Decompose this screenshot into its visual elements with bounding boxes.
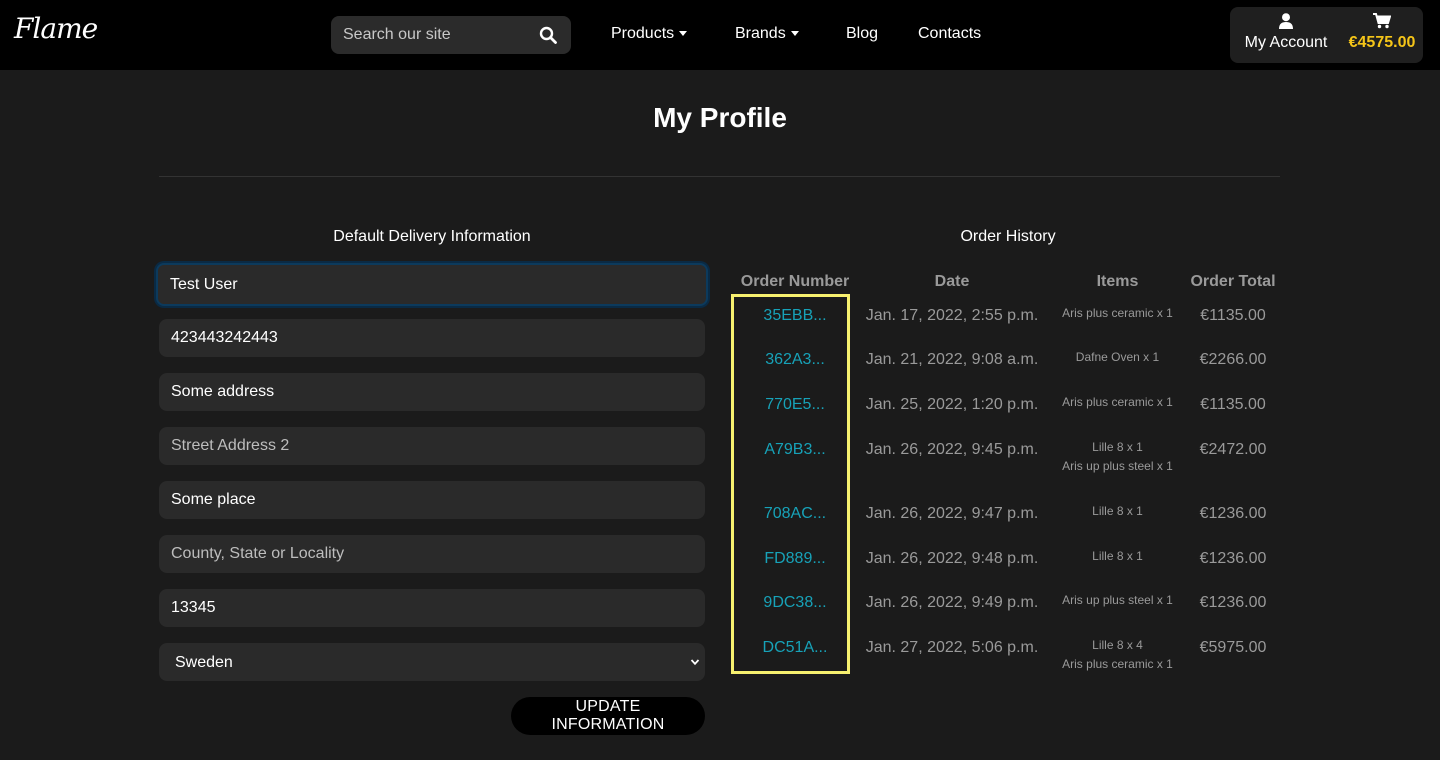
site-logo[interactable]: Flame: [14, 12, 98, 45]
street-address-2-field[interactable]: [159, 427, 705, 465]
order-items: Lille 8 x 1 Aris up plus steel x 1: [1050, 438, 1185, 476]
nav-products-label: Products: [611, 25, 675, 42]
order-total: €1236.00: [1199, 505, 1267, 522]
nav-contacts[interactable]: Contacts: [918, 25, 981, 43]
chevron-down-icon: [690, 659, 700, 666]
page-title: My Profile: [653, 102, 787, 133]
order-items: Lille 8 x 4 Aris plus ceramic x 1: [1050, 636, 1185, 674]
order-total: €1236.00: [1199, 550, 1267, 567]
order-item-line: Lille 8 x 1: [1092, 549, 1143, 563]
order-date: Jan. 26, 2022, 9:48 p.m.: [865, 550, 1039, 567]
top-navbar: Flame Products Brands Blog Contacts My A…: [0, 0, 1440, 70]
order-total: €1135.00: [1200, 307, 1266, 324]
order-item-line: Aris up plus steel x 1: [1062, 593, 1173, 607]
order-total: €2472.00: [1199, 441, 1267, 458]
order-total: €1135.00: [1200, 396, 1266, 413]
order-items: Aris up plus steel x 1: [1050, 591, 1185, 610]
order-number-highlight-box: [731, 294, 850, 674]
order-date: Jan. 25, 2022, 1:20 p.m.: [865, 396, 1039, 413]
order-date: Jan. 21, 2022, 9:08 a.m.: [865, 351, 1039, 368]
search-icon[interactable]: [539, 26, 557, 44]
caret-down-icon: [790, 31, 799, 37]
order-item-line: Dafne Oven x 1: [1075, 350, 1160, 364]
account-cart-box: My Account €4575.00: [1230, 7, 1423, 63]
order-item-line: Aris plus ceramic x 1: [1062, 306, 1173, 320]
search-bar: [331, 16, 571, 54]
nav-blog[interactable]: Blog: [846, 25, 878, 43]
order-total: €5975.00: [1199, 639, 1267, 656]
my-account-link[interactable]: My Account: [1238, 13, 1334, 52]
caret-down-icon: [679, 31, 688, 37]
nav-brands[interactable]: Brands: [735, 25, 799, 43]
street-address-1-field[interactable]: [159, 373, 705, 411]
nav-products[interactable]: Products: [611, 25, 688, 43]
order-item-line: Lille 8 x 1: [1092, 504, 1143, 518]
full-name-field[interactable]: [156, 263, 708, 306]
order-item-line: Lille 8 x 1: [1092, 440, 1143, 454]
my-account-label: My Account: [1244, 34, 1328, 51]
col-items: Items: [1096, 273, 1139, 290]
country-select[interactable]: Sweden: [159, 643, 705, 681]
order-items: Aris plus ceramic x 1: [1050, 304, 1185, 323]
order-item-line: Aris plus ceramic x 1: [1062, 395, 1173, 409]
order-date: Jan. 26, 2022, 9:49 p.m.: [865, 594, 1039, 611]
order-items: Lille 8 x 1: [1050, 547, 1185, 566]
col-date: Date: [934, 273, 970, 290]
order-total: €1236.00: [1199, 594, 1267, 611]
order-history-title: Order History: [960, 228, 1056, 245]
search-input[interactable]: [331, 16, 545, 54]
user-icon: [1279, 13, 1293, 29]
order-item-line: Aris up plus steel x 1: [1062, 459, 1173, 473]
order-item-line: Lille 8 x 4: [1092, 638, 1143, 652]
col-order-total: Order Total: [1190, 273, 1276, 290]
order-date: Jan. 17, 2022, 2:55 p.m.: [865, 307, 1039, 324]
nav-contacts-label: Contacts: [918, 25, 982, 42]
town-field[interactable]: [159, 481, 705, 519]
order-items: Aris plus ceramic x 1: [1050, 393, 1185, 412]
nav-brands-label: Brands: [735, 25, 786, 42]
cart-link[interactable]: €4575.00: [1344, 13, 1420, 52]
postcode-field[interactable]: [159, 589, 705, 627]
col-order-number: Order Number: [740, 273, 850, 290]
delivery-info-title: Default Delivery Information: [333, 228, 531, 245]
order-items: Lille 8 x 1: [1050, 502, 1185, 521]
shopping-cart-icon: [1373, 13, 1391, 29]
order-item-line: Aris plus ceramic x 1: [1062, 657, 1173, 671]
phone-field[interactable]: [159, 319, 705, 357]
nav-blog-label: Blog: [846, 25, 879, 42]
cart-total: €4575.00: [1348, 34, 1416, 51]
county-field[interactable]: [159, 535, 705, 573]
order-items: Dafne Oven x 1: [1050, 348, 1185, 367]
order-date: Jan. 26, 2022, 9:45 p.m.: [865, 441, 1039, 458]
order-date: Jan. 26, 2022, 9:47 p.m.: [865, 505, 1039, 522]
title-divider: [159, 176, 1280, 177]
order-date: Jan. 27, 2022, 5:06 p.m.: [865, 639, 1039, 656]
update-information-button[interactable]: UPDATE INFORMATION: [511, 697, 705, 735]
order-total: €2266.00: [1199, 351, 1267, 368]
